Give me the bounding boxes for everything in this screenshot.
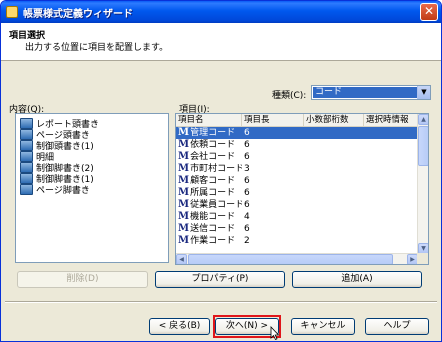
- table-row[interactable]: M会社コード 6: [176, 151, 418, 163]
- list-vertical-scrollbar[interactable]: ▲ ▼: [417, 114, 428, 254]
- item-name-cell: M従業員コード: [178, 199, 242, 211]
- item-name-cell: M依頼コード: [178, 139, 242, 151]
- item-name: 所属コード: [190, 188, 236, 198]
- field-type-icon: M: [178, 223, 190, 234]
- column-header-name[interactable]: 項目名: [176, 114, 242, 127]
- item-name: 管理コード: [190, 128, 236, 138]
- item-length: 6: [244, 224, 250, 234]
- table-row[interactable]: M送信コード 6: [176, 223, 418, 235]
- section-tree[interactable]: レポート頭書き ページ頭書き 制御頭書き(1) 明細 制御脚書き(2) 制御脚書き(1) ペ…: [15, 113, 169, 263]
- wizard-window: 帳票様式定義ウィザード ✕ 項目選択 出力する位置に項目を配置します。 種類(C…: [0, 0, 442, 342]
- item-name: 作業コード: [190, 236, 236, 246]
- window-title: 帳票様式定義ウィザード: [23, 8, 133, 20]
- list-horizontal-scrollbar[interactable]: ◀ ▶: [176, 253, 418, 264]
- field-type-icon: M: [178, 211, 190, 222]
- section-icon: [20, 140, 33, 151]
- item-name: 市町村コード: [190, 164, 242, 174]
- section-icon: [20, 173, 33, 184]
- item-name-cell: M市町村コード: [178, 163, 242, 175]
- field-type-icon: M: [178, 163, 190, 174]
- field-type-icon: M: [178, 127, 190, 138]
- tree-item[interactable]: 制御頭書き(1): [20, 140, 94, 152]
- tree-item-label: ページ脚書き: [36, 186, 90, 196]
- wizard-header: 項目選択 出力する位置に項目を配置します。: [1, 23, 441, 61]
- item-name-cell: M管理コード: [178, 127, 242, 139]
- section-icon: [20, 162, 33, 173]
- item-name: 顧客コード: [190, 176, 236, 186]
- table-row[interactable]: M所属コード 6: [176, 187, 418, 199]
- table-row[interactable]: M作業コード 2: [176, 235, 418, 247]
- scroll-thumb[interactable]: [418, 126, 428, 166]
- type-label: 種類(C):: [272, 91, 307, 101]
- item-name-cell: M送信コード: [178, 223, 242, 235]
- item-name-cell: M顧客コード: [178, 175, 242, 187]
- item-length: 4: [244, 212, 250, 222]
- items-list[interactable]: 項目名 項目長 小数部桁数 選択時情報 M管理コード 6 M依頼コード 6 M会社コード…: [175, 113, 429, 265]
- cancel-button[interactable]: キャンセル: [291, 318, 355, 335]
- scroll-up-icon[interactable]: ▲: [418, 114, 428, 125]
- item-length: 6: [244, 176, 250, 186]
- table-row[interactable]: M依頼コード 6: [176, 139, 418, 151]
- field-type-icon: M: [178, 235, 190, 246]
- back-button[interactable]: < 戻る(B): [149, 318, 210, 335]
- item-name-cell: M会社コード: [178, 151, 242, 163]
- item-length: 6: [244, 200, 250, 210]
- item-name: 送信コード: [190, 224, 236, 234]
- item-name: 従業員コード: [190, 200, 242, 210]
- properties-button[interactable]: プロパティ(P): [155, 271, 285, 288]
- table-row[interactable]: M従業員コード 6: [176, 199, 418, 211]
- add-button[interactable]: 追加(A): [292, 271, 422, 288]
- scroll-left-icon[interactable]: ◀: [176, 254, 187, 264]
- table-row[interactable]: M管理コード 6: [176, 127, 418, 139]
- section-icon: [20, 129, 33, 140]
- column-header-length[interactable]: 項目長: [242, 114, 304, 127]
- help-button[interactable]: ヘルプ: [365, 318, 429, 335]
- item-name: 機能コード: [190, 212, 236, 222]
- title-bar: 帳票様式定義ウィザード ✕: [1, 1, 441, 23]
- item-name-cell: M作業コード: [178, 235, 242, 247]
- section-icon: [20, 118, 33, 129]
- field-type-icon: M: [178, 139, 190, 150]
- field-type-icon: M: [178, 199, 190, 210]
- table-row[interactable]: M市町村コード 3: [176, 163, 418, 175]
- type-dropdown[interactable]: コード ▼: [311, 85, 431, 100]
- mouse-cursor-icon: [270, 326, 280, 340]
- section-icon: [20, 151, 33, 162]
- step-subtitle: 出力する位置に項目を配置します。: [25, 43, 169, 53]
- list-header: 項目名 項目長 小数部桁数 選択時情報: [176, 114, 418, 127]
- section-icon: [20, 184, 33, 195]
- item-name: 依頼コード: [190, 140, 236, 150]
- type-dropdown-value: コード: [313, 87, 417, 98]
- item-length: 6: [244, 188, 250, 198]
- item-length: 2: [244, 236, 250, 246]
- close-button[interactable]: ✕: [420, 3, 438, 21]
- scroll-corner: [417, 253, 428, 264]
- item-length: 3: [244, 164, 250, 174]
- chevron-down-icon[interactable]: ▼: [417, 86, 430, 99]
- app-icon: [6, 6, 18, 18]
- column-header-selection-info[interactable]: 選択時情報: [364, 114, 418, 127]
- item-name-cell: M所属コード: [178, 187, 242, 199]
- tree-item[interactable]: ページ脚書き: [20, 184, 90, 196]
- field-type-icon: M: [178, 175, 190, 186]
- table-row[interactable]: M顧客コード 6: [176, 175, 418, 187]
- horizontal-scroll-thumb[interactable]: [188, 254, 393, 264]
- column-header-decimal[interactable]: 小数部桁数: [304, 114, 364, 127]
- item-name-cell: M機能コード: [178, 211, 242, 223]
- item-name: 会社コード: [190, 152, 236, 162]
- field-type-icon: M: [178, 151, 190, 162]
- item-length: 6: [244, 140, 250, 150]
- delete-button[interactable]: 削除(D): [17, 271, 148, 288]
- table-row[interactable]: M機能コード 4: [176, 211, 418, 223]
- field-type-icon: M: [178, 187, 190, 198]
- footer-divider: [5, 301, 437, 303]
- item-length: 6: [244, 152, 250, 162]
- item-length: 6: [244, 128, 250, 138]
